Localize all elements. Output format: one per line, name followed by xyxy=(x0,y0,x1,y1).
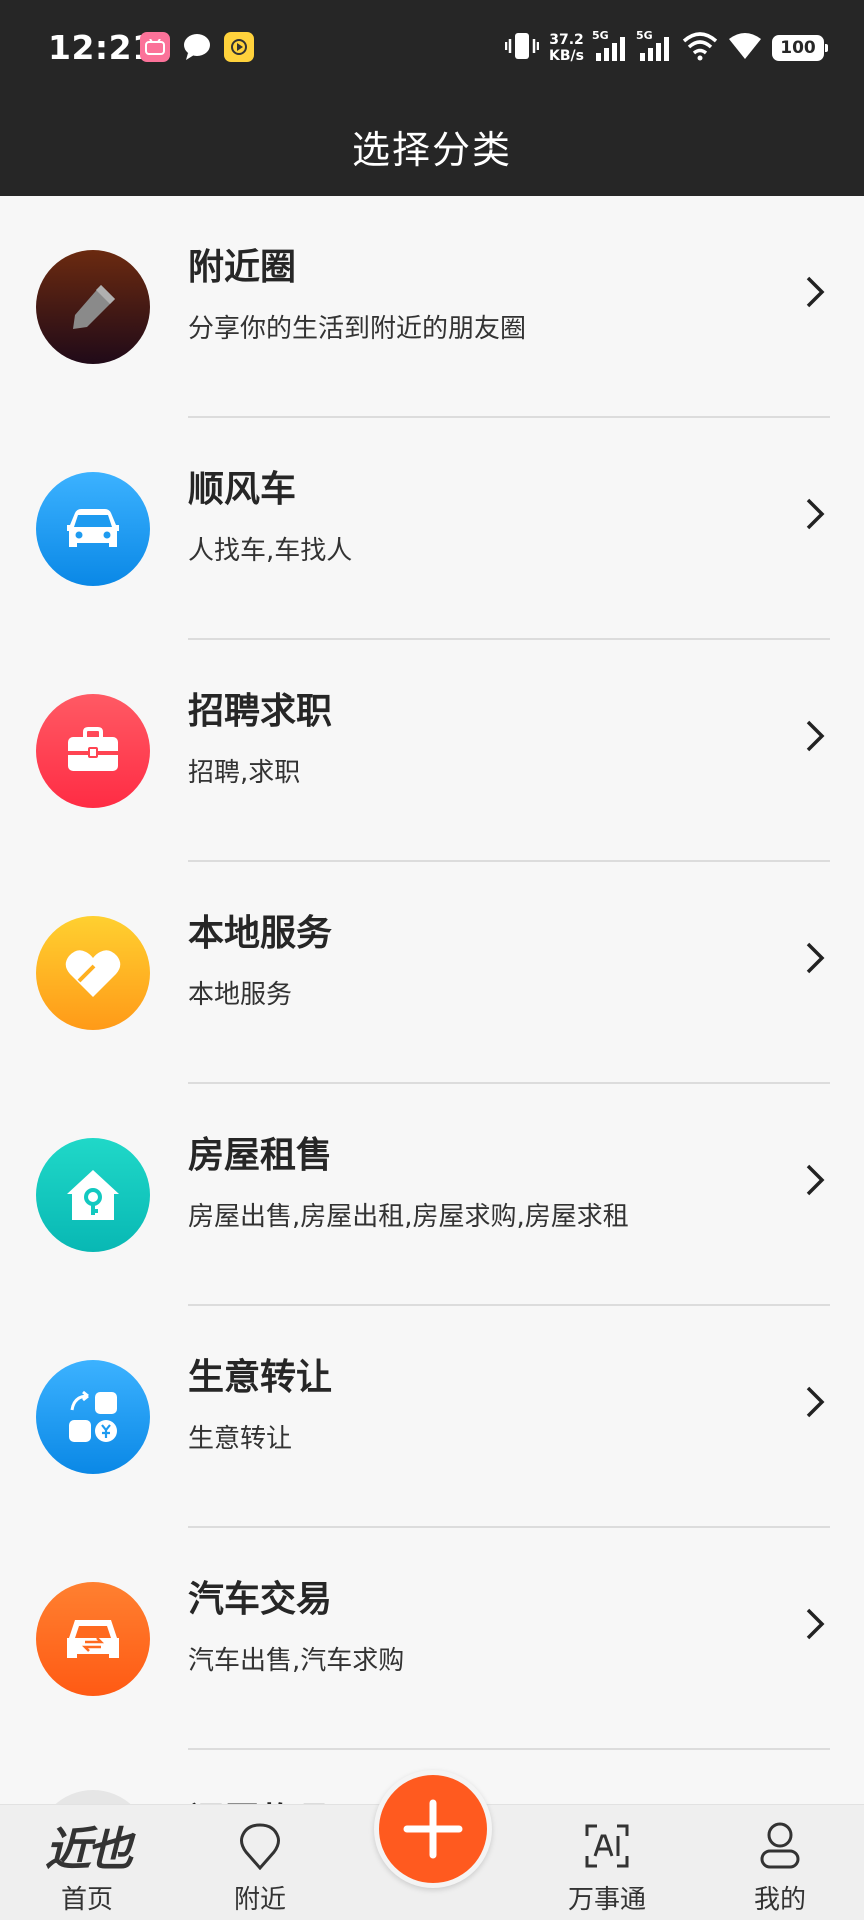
category-name: 顺风车 xyxy=(188,469,297,510)
status-app-icons xyxy=(140,32,254,62)
signal-sim1-icon: 5G xyxy=(592,29,628,63)
battery-icon: 100 xyxy=(772,35,828,61)
category-list: 附近圈 分享你的生活到附近的朋友圈 顺风车 人找车,车找人 招聘求职 招聘,求职… xyxy=(0,196,864,1750)
wifi-icon-2 xyxy=(728,31,762,65)
category-name: 房屋租售 xyxy=(188,1135,333,1176)
category-item-carpool[interactable]: 顺风车 人找车,车找人 xyxy=(0,418,864,640)
category-item-business-transfer[interactable]: 生意转让 生意转让 xyxy=(0,1306,864,1528)
chevron-right-icon xyxy=(806,1608,825,1640)
car-trade-icon xyxy=(36,1582,150,1696)
category-name: 生意转让 xyxy=(188,1357,333,1398)
category-name: 本地服务 xyxy=(188,913,333,954)
tab-home[interactable]: 近也 首页 xyxy=(22,1805,152,1920)
category-desc: 招聘,求职 xyxy=(188,758,301,788)
tab-label: 万事通 xyxy=(567,1885,646,1915)
plus-icon xyxy=(403,1799,463,1859)
category-name: 附近圈 xyxy=(188,247,297,288)
wifi-icon xyxy=(682,31,718,65)
bilibili-icon xyxy=(140,32,170,62)
add-post-button[interactable] xyxy=(374,1770,492,1888)
category-desc: 房屋出售,房屋出租,房屋求购,房屋求租 xyxy=(188,1202,629,1232)
category-name: 汽车交易 xyxy=(188,1579,333,1620)
chevron-right-icon xyxy=(806,1386,825,1418)
ai-scan-icon xyxy=(583,1815,631,1877)
user-icon xyxy=(758,1815,802,1877)
category-desc: 人找车,车找人 xyxy=(188,536,353,566)
tab-me[interactable]: 我的 xyxy=(715,1805,845,1920)
chevron-right-icon xyxy=(806,498,825,530)
house-key-icon xyxy=(36,1138,150,1252)
location-pin-icon xyxy=(238,1815,282,1877)
page-title: 选择分类 xyxy=(351,127,512,172)
tab-label: 附近 xyxy=(233,1885,286,1915)
chevron-right-icon xyxy=(806,720,825,752)
category-item-nearby-circle[interactable]: 附近圈 分享你的生活到附近的朋友圈 xyxy=(0,196,864,418)
category-desc: 生意转让 xyxy=(188,1424,293,1454)
tab-label: 我的 xyxy=(753,1885,806,1915)
header: 选择分类 xyxy=(0,96,864,196)
signal-sim2-icon: 5G xyxy=(636,29,672,63)
tab-label: 首页 xyxy=(60,1885,113,1915)
category-item-local-service[interactable]: 本地服务 本地服务 xyxy=(0,862,864,1084)
tab-nearby[interactable]: 附近 xyxy=(195,1805,325,1920)
status-indicators: 37.2 KB/s 5G 5G 100 xyxy=(504,28,828,68)
chevron-right-icon xyxy=(806,1164,825,1196)
chevron-right-icon xyxy=(806,276,825,308)
heart-icon xyxy=(36,916,150,1030)
chevron-right-icon xyxy=(806,942,825,974)
car-icon xyxy=(36,472,150,586)
pencil-icon xyxy=(36,250,150,364)
network-speed: 37.2 KB/s xyxy=(549,32,584,64)
category-desc: 分享你的生活到附近的朋友圈 xyxy=(188,314,527,344)
category-item-car-trade[interactable]: 汽车交易 汽车出售,汽车求购 xyxy=(0,1528,864,1750)
category-item-jobs[interactable]: 招聘求职 招聘,求职 xyxy=(0,640,864,862)
message-icon xyxy=(182,32,212,62)
category-desc: 汽车出售,汽车求购 xyxy=(188,1646,405,1676)
category-name: 招聘求职 xyxy=(188,691,333,732)
category-item-housing[interactable]: 房屋租售 房屋出售,房屋出租,房屋求购,房屋求租 xyxy=(0,1084,864,1306)
home-logo-icon: 近也 xyxy=(45,1822,133,1876)
transfer-icon xyxy=(36,1360,150,1474)
status-bar: 12:21 37.2 KB/s 5G 5G 100 xyxy=(0,0,864,96)
vibrate-icon xyxy=(504,31,540,65)
category-desc: 本地服务 xyxy=(188,980,293,1010)
video-app-icon xyxy=(224,32,254,62)
briefcase-icon xyxy=(36,694,150,808)
tab-ai[interactable]: 万事通 xyxy=(542,1805,672,1920)
